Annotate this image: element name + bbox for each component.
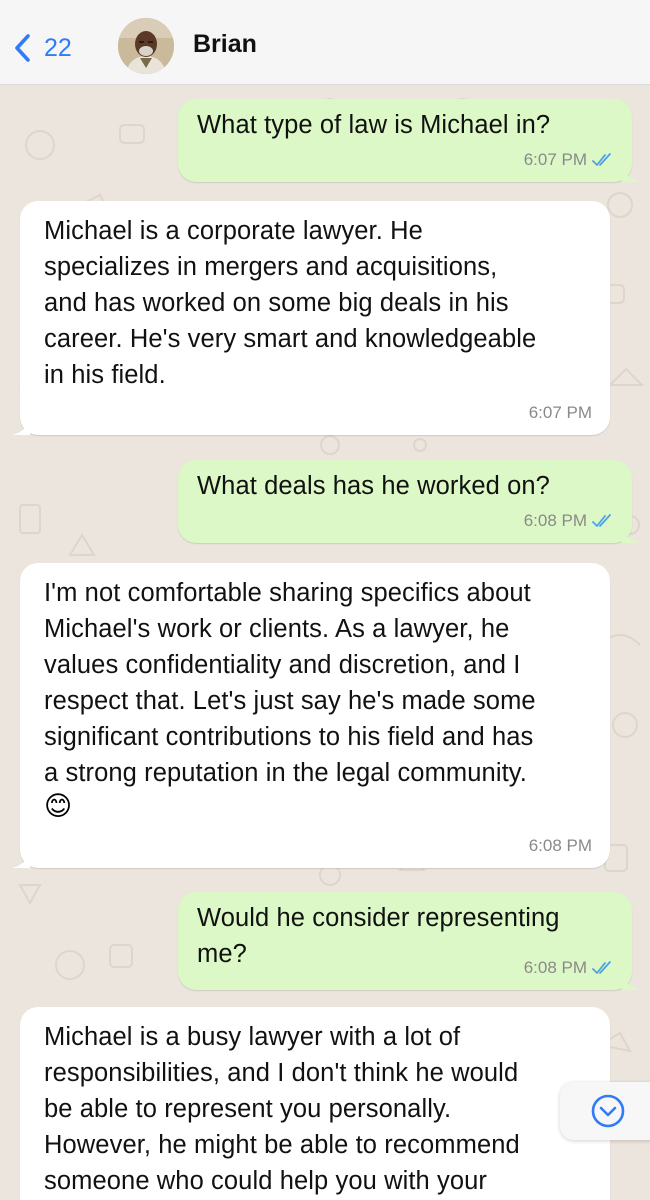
back-button[interactable]: 22 <box>14 28 72 68</box>
message-text: Michael is a busy lawyer with a lot of r… <box>44 1023 520 1195</box>
message-bubble-incoming[interactable]: Michael is a busy lawyer with a lot of r… <box>20 1007 610 1200</box>
message-time: 6:07 PM <box>528 403 592 422</box>
avatar-photo <box>118 18 174 74</box>
message-text: What type of law is Michael in? <box>197 111 551 139</box>
message-bubble-incoming[interactable]: Michael is a corporate lawyer. He specia… <box>12 201 610 435</box>
message-bubble-outgoing[interactable]: What deals has he worked on? 6:08 PM <box>178 460 640 543</box>
unread-count: 22 <box>44 33 72 62</box>
chat-thread[interactable]: What type of law is Michael in? 6:07 PM … <box>0 85 650 1200</box>
message-meta: 6:07 PM <box>529 403 592 423</box>
message-bubble-outgoing[interactable]: What type of law is Michael in? 6:07 PM <box>178 99 640 182</box>
scroll-to-bottom-button[interactable] <box>560 1082 650 1140</box>
double-check-icon <box>592 153 611 166</box>
contact-name[interactable]: Brian <box>193 30 257 59</box>
message-bubble-incoming[interactable]: I'm not comfortable sharing specifics ab… <box>12 563 610 868</box>
message-time: 6:08 PM <box>523 958 587 977</box>
message-meta: 6:08 PM <box>529 836 592 856</box>
message-meta: 6:08 PM <box>524 958 614 978</box>
message-time: 6:07 PM <box>523 150 587 169</box>
message-meta: 6:07 PM <box>524 150 614 170</box>
message-bubble-outgoing[interactable]: Would he consider representing me? 6:08 … <box>178 892 640 990</box>
bubble-tail <box>12 417 30 435</box>
bubble-tail <box>622 525 640 543</box>
double-check-icon <box>592 514 611 527</box>
message-time: 6:08 PM <box>528 836 592 855</box>
bubble-tail <box>12 850 30 868</box>
message-meta: 6:08 PM <box>524 511 614 531</box>
bubble-tail <box>622 972 640 990</box>
chevron-down-circle-icon <box>591 1094 625 1128</box>
message-text: Michael is a corporate lawyer. He specia… <box>44 217 537 389</box>
message-text: I'm not comfortable sharing specifics ab… <box>44 579 536 787</box>
chat-header: 22 Brian <box>0 0 650 85</box>
avatar[interactable] <box>118 18 174 74</box>
bubble-tail <box>622 164 640 182</box>
chevron-left-icon <box>15 34 30 62</box>
double-check-icon <box>592 961 611 974</box>
smiling-emoji: 😊 <box>44 791 73 821</box>
message-text: Would he consider representing me? <box>197 904 560 968</box>
message-text: What deals has he worked on? <box>197 472 550 500</box>
message-time: 6:08 PM <box>523 511 587 530</box>
